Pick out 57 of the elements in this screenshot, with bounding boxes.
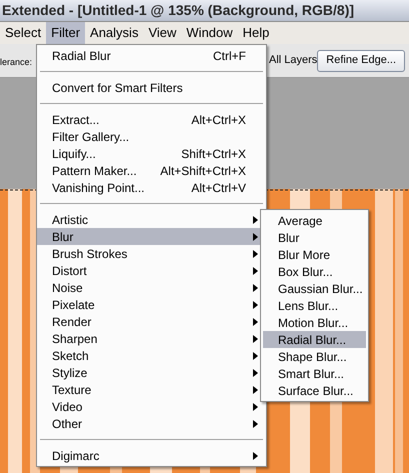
- submenu-entry[interactable]: Blur: [263, 229, 366, 246]
- menu-entry[interactable]: Digimarc: [37, 447, 266, 464]
- menu-entry[interactable]: Extract... Alt+Ctrl+X: [37, 111, 266, 128]
- menu-entry[interactable]: Vanishing Point... Alt+Ctrl+V: [37, 179, 266, 196]
- menu-entry-label: Digimarc: [52, 448, 100, 464]
- menu-item[interactable]: View: [143, 22, 182, 44]
- submenu-entry[interactable]: Box Blur...: [263, 263, 366, 280]
- submenu-entry[interactable]: Smart Blur...: [263, 365, 366, 382]
- shortcut-label: Alt+Shift+Ctrl+X: [160, 162, 246, 180]
- tolerance-label: lerance:: [0, 56, 32, 66]
- submenu-entry[interactable]: Blur More: [263, 246, 366, 263]
- menu-entry-label: Filter Gallery...: [52, 128, 130, 146]
- menu-entry-label: Convert for Smart Filters: [52, 80, 183, 96]
- menu-entry[interactable]: Radial Blur Ctrl+F: [37, 47, 266, 64]
- shortcut-label: Alt+Ctrl+V: [191, 180, 246, 196]
- menu-item[interactable]: Help: [238, 22, 274, 44]
- menu-entry-label: Radial Blur: [52, 48, 111, 64]
- menu-entry[interactable]: Other: [37, 415, 266, 432]
- menu-entry-label: Render: [52, 314, 92, 330]
- menu-entry-label: Sketch: [52, 348, 89, 364]
- menu-entry-label: Distort: [52, 262, 87, 280]
- refine-edge-button[interactable]: Refine Edge...: [317, 50, 406, 72]
- menu-entry[interactable]: Filter Gallery...: [37, 128, 266, 145]
- menu-entry-label: Vanishing Point...: [52, 180, 145, 196]
- menu-entry-label: Brush Strokes: [52, 246, 128, 262]
- menu-entry-label: Pattern Maker...: [52, 162, 137, 180]
- shortcut-label: Shift+Ctrl+X: [181, 146, 246, 162]
- submenu-entry[interactable]: Lens Blur...: [263, 297, 366, 314]
- menu-entry[interactable]: Liquify... Shift+Ctrl+X: [37, 145, 266, 162]
- all-layers-label: All Layers: [269, 53, 318, 68]
- menu-entry-label: Pixelate: [52, 296, 95, 314]
- submenu-entry[interactable]: Surface Blur...: [263, 382, 366, 399]
- menu-entry-label: Sharpen: [52, 330, 98, 348]
- menu-entry[interactable]: Pattern Maker... Alt+Shift+Ctrl+X: [37, 162, 266, 179]
- submenu-entry[interactable]: Radial Blur...: [263, 331, 366, 348]
- menu-entry-label: Other: [52, 416, 82, 432]
- menu-item[interactable]: Window: [181, 22, 238, 44]
- menu-entry-label: Texture: [52, 382, 92, 398]
- window-title: Extended - [Untitled-1 @ 135% (Background, RGB/8)]: [1, 1, 354, 20]
- menu-item[interactable]: Filter: [46, 22, 86, 44]
- menu-entry[interactable]: Convert for Smart Filters: [37, 79, 266, 96]
- menu-entry-label: Liquify...: [52, 146, 96, 162]
- submenu-entry[interactable]: Motion Blur...: [263, 314, 366, 331]
- submenu-entry[interactable]: Shape Blur...: [263, 348, 366, 365]
- submenu-entry[interactable]: Gaussian Blur...: [263, 280, 366, 297]
- menu-item[interactable]: Select: [0, 22, 46, 44]
- menu-entry[interactable]: Video: [37, 398, 266, 415]
- menu-entry-label: Stylize: [52, 364, 88, 382]
- shortcut-label: Ctrl+F: [213, 48, 246, 64]
- submenu-entry[interactable]: Average: [263, 212, 366, 229]
- menu-entry-label: Artistic: [52, 212, 88, 228]
- menu-entry-label: Noise: [52, 280, 83, 296]
- menu-entry-label: Video: [52, 398, 82, 416]
- menu-entry-label: Blur: [52, 228, 74, 246]
- menu-entry-label: Extract...: [52, 112, 100, 128]
- menu-item[interactable]: Analysis: [85, 22, 144, 44]
- shortcut-label: Alt+Ctrl+X: [191, 112, 246, 128]
